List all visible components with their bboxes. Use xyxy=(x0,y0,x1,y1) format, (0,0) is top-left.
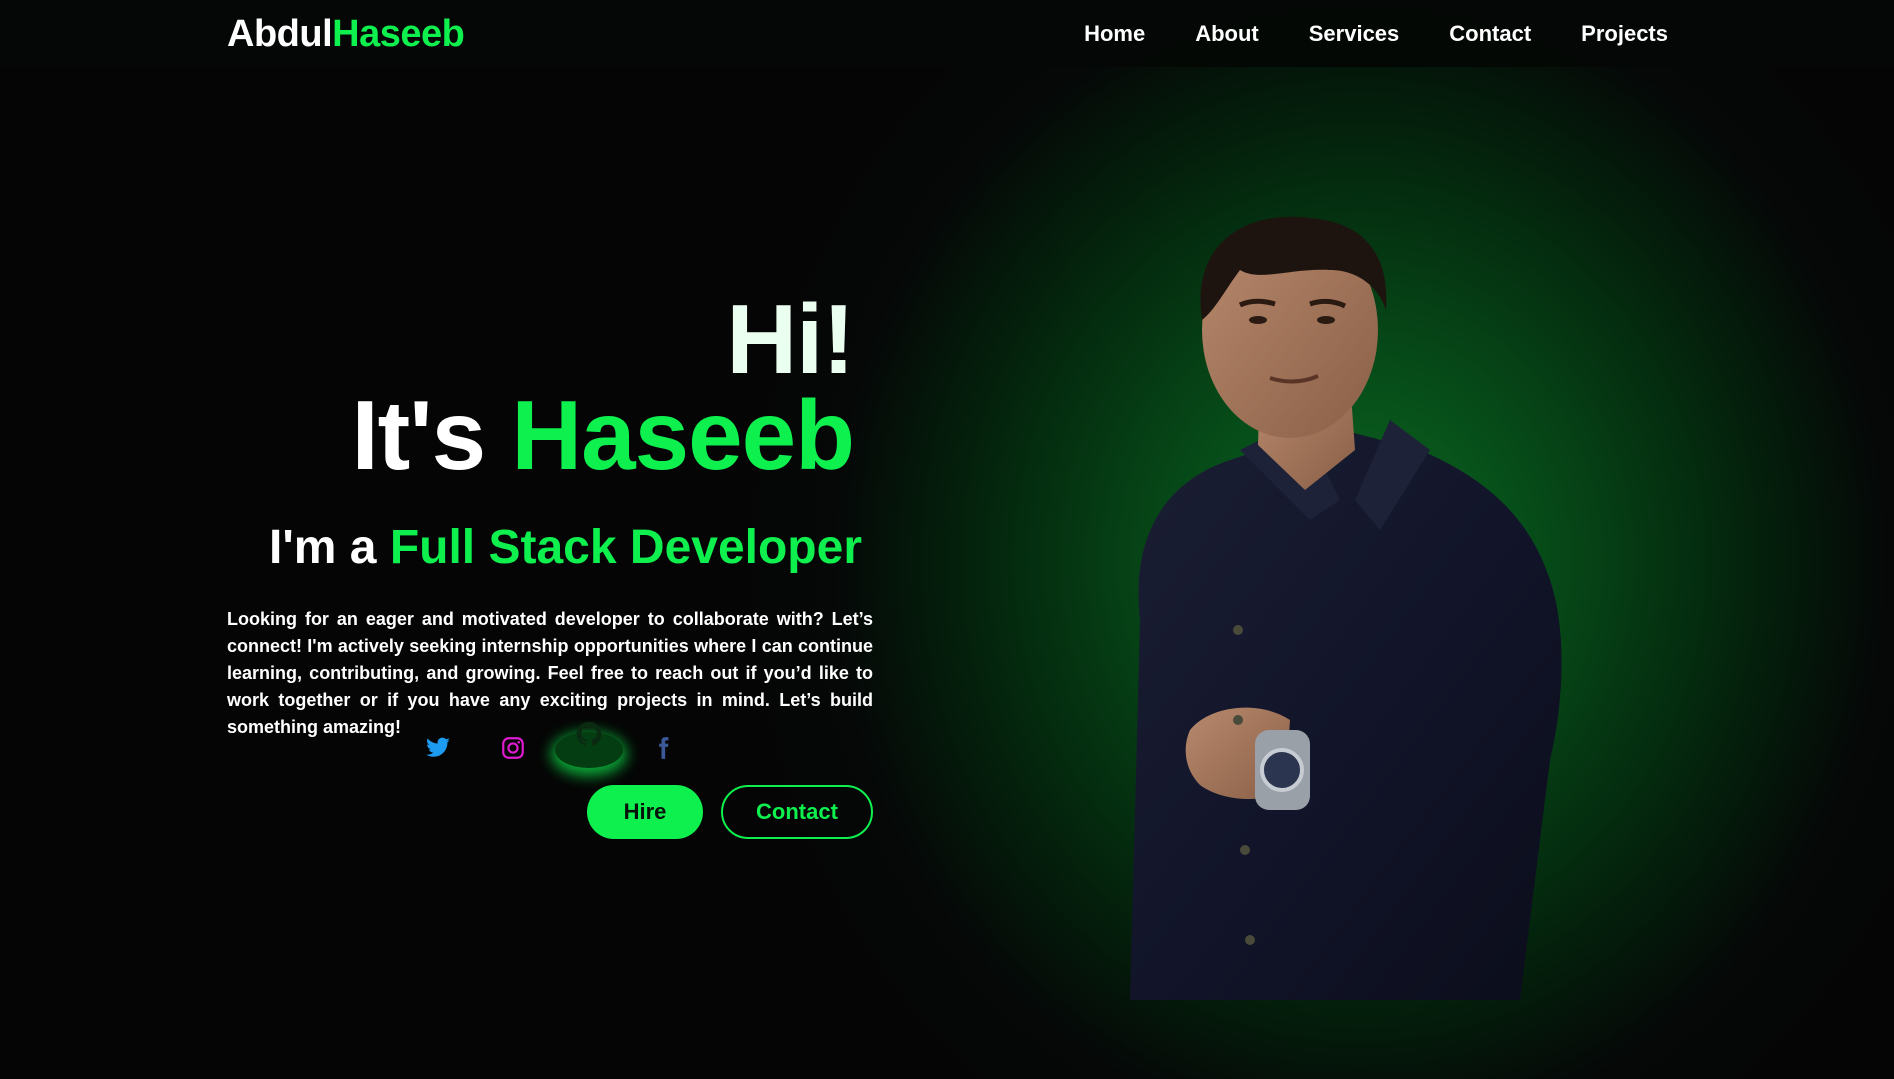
intro-prefix: It's xyxy=(351,380,486,490)
page: AbdulHaseeb Home About Services Contact … xyxy=(0,0,1894,1079)
contact-button[interactable]: Contact xyxy=(721,785,873,839)
logo-first: Abdul xyxy=(227,13,333,55)
role-line: I'm a Full Stack Developer xyxy=(269,520,862,575)
role-title: Full Stack Developer xyxy=(389,521,862,574)
greeting: Hi! xyxy=(726,284,855,394)
hero-heading: Hi! It's Haseeb xyxy=(351,284,855,484)
nav-contact[interactable]: Contact xyxy=(1449,18,1531,50)
bio-text: Looking for an eager and motivated devel… xyxy=(227,609,873,737)
twitter-link[interactable] xyxy=(420,730,456,766)
twitter-icon xyxy=(426,737,450,757)
navbar: AbdulHaseeb Home About Services Contact … xyxy=(0,0,1894,67)
github-link[interactable] xyxy=(555,721,623,768)
nav-home[interactable]: Home xyxy=(1084,18,1145,50)
facebook-icon xyxy=(659,737,669,759)
github-icon xyxy=(576,721,602,746)
nav-projects[interactable]: Projects xyxy=(1581,18,1668,50)
nav-services[interactable]: Services xyxy=(1309,18,1400,50)
nav-about[interactable]: About xyxy=(1195,18,1259,50)
intro-line: It's Haseeb xyxy=(351,386,855,484)
instagram-icon xyxy=(502,737,524,759)
hero-name: Haseeb xyxy=(511,380,855,490)
logo-last: Haseeb xyxy=(332,13,465,55)
hire-button[interactable]: Hire xyxy=(587,785,703,839)
nav-links: Home About Services Contact Projects xyxy=(1084,18,1668,50)
portrait-image xyxy=(1130,216,1562,1000)
logo[interactable]: AbdulHaseeb xyxy=(227,12,465,56)
role-prefix: I'm a xyxy=(269,521,377,574)
instagram-link[interactable] xyxy=(495,730,531,766)
facebook-link[interactable] xyxy=(645,730,681,766)
